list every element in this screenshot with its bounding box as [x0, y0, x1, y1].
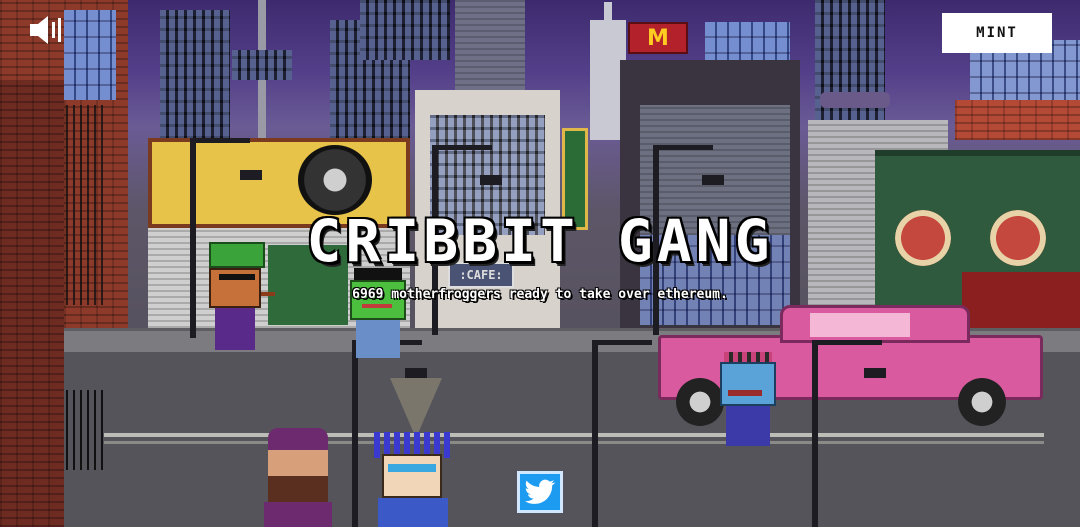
green-building-door [962, 272, 1080, 330]
blue-shirt [356, 320, 400, 358]
street-lamp-head-1 [240, 170, 262, 180]
pink-car-window [810, 313, 910, 337]
road-line [104, 433, 1044, 437]
frog-face-blue [720, 362, 776, 406]
street-lamp-head-3 [702, 175, 724, 185]
purple-jacket [264, 502, 332, 527]
red-roof-right [955, 100, 1080, 140]
character-bearded-man [258, 428, 338, 527]
twitter-button[interactable] [517, 471, 563, 513]
sound-toggle-button[interactable] [28, 10, 66, 50]
fastfood-sign: M [628, 22, 688, 54]
speaker-icon [30, 16, 61, 44]
helicopter [820, 92, 890, 108]
twitter-bird-icon [525, 479, 555, 504]
street-lamp-arm-1 [190, 138, 250, 143]
character-spiky-hair [368, 432, 458, 527]
blue-jacket [378, 498, 448, 527]
skyline-tower-center [360, 0, 450, 60]
car-wheel-rear [958, 378, 1006, 426]
frog-character-green [348, 268, 408, 358]
street-lamp-pole-6 [812, 340, 818, 527]
mint-button[interactable]: MINT [942, 13, 1052, 53]
left-foreground-wall [0, 80, 64, 527]
purple-body [215, 308, 255, 350]
purple-beanie [268, 428, 328, 450]
frog-character-blue [718, 352, 778, 446]
page-title: CRIBBIT GANG [306, 207, 774, 275]
face-spiky [382, 454, 442, 498]
cigar [261, 292, 275, 296]
street-lamp-head-4 [405, 368, 427, 378]
mint-button-label: MINT [976, 25, 1018, 41]
street-lamp-head-2 [480, 175, 502, 185]
street-lamp-pole-4 [352, 340, 358, 527]
road-curb [104, 441, 1044, 444]
car-wheel-front [676, 378, 724, 426]
left-building-windows [64, 10, 116, 100]
street-lamp-arm-5 [592, 340, 652, 345]
frog-mouth-blue [728, 390, 762, 396]
blue-glasses [388, 464, 436, 472]
fire-escape [66, 105, 106, 305]
beard [268, 476, 328, 502]
tire-sign [298, 145, 372, 215]
frog-mouth [362, 304, 392, 308]
lamp-light-cone [390, 378, 442, 438]
foreground-fire-escape [66, 390, 106, 470]
purple-pants [726, 406, 770, 446]
skyline-spire-tip [604, 2, 612, 24]
needle-tower-top [232, 50, 292, 80]
street-lamp-arm-6 [812, 340, 882, 345]
street-lamp-head-6 [864, 368, 886, 378]
street-lamp-arm-2 [432, 145, 492, 150]
street-lamp-arm-3 [653, 145, 713, 150]
street-lamp-pole-5 [592, 340, 598, 527]
fastfood-sign-letter: M [647, 25, 669, 51]
page-subtitle: 6969 motherfroggers ready to take over e… [352, 287, 728, 302]
game-scene: :CAFE: M CRIBBIT GANG 6969 motherfrogger… [0, 0, 1080, 527]
